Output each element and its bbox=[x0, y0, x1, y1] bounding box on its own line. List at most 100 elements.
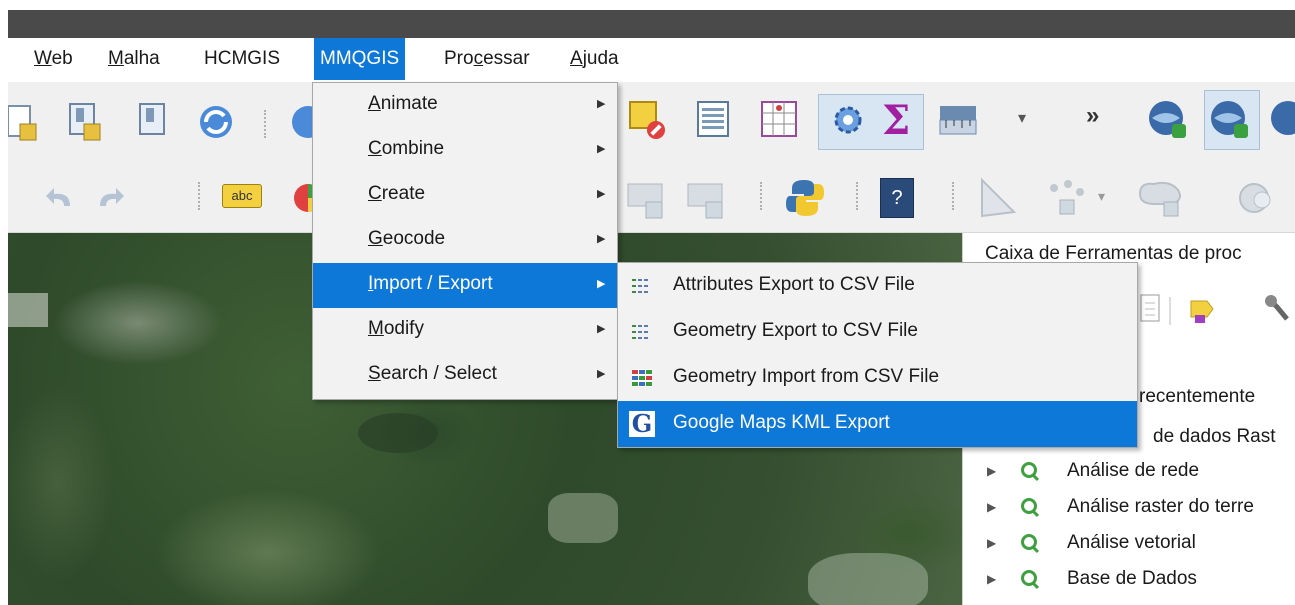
tree-item-terrain-analysis[interactable]: ▶ Análise raster do terre bbox=[963, 490, 1295, 526]
toolbar-separator bbox=[952, 182, 958, 210]
menu-item-label: Combine bbox=[368, 138, 445, 159]
recently-used-partial-label: recentemente bbox=[1139, 386, 1256, 407]
digitize-geometry-icon[interactable] bbox=[978, 176, 1018, 220]
new-layer-point-icon[interactable] bbox=[66, 100, 106, 144]
menu-item-create[interactable]: Create ▶ bbox=[313, 173, 617, 218]
menu-ajuda[interactable]: Ajuda bbox=[564, 38, 625, 80]
add-wfs-layer-icon[interactable] bbox=[1208, 98, 1252, 142]
menu-ajuda-label: Ajuda bbox=[570, 48, 619, 69]
tree-item-network-analysis[interactable]: ▶ Análise de rede bbox=[963, 454, 1295, 490]
measure-icon[interactable] bbox=[938, 102, 982, 138]
toolbar-main: Σ ▾ » bbox=[8, 82, 1295, 164]
menu-processar-label: Processar bbox=[444, 48, 530, 69]
menu-mmqgis[interactable]: MMQGIS bbox=[314, 38, 406, 80]
offset-curve-icon[interactable] bbox=[1234, 178, 1284, 218]
qgis-logo-icon bbox=[1021, 498, 1037, 514]
menu-item-label: Google Maps KML Export bbox=[673, 412, 890, 433]
csv-import-icon bbox=[632, 369, 652, 387]
add-wms-layer-icon[interactable] bbox=[1146, 98, 1190, 142]
menu-item-label: Create bbox=[368, 183, 426, 204]
menu-item-import-export[interactable]: Import / Export ▶ bbox=[313, 263, 617, 308]
mmqgis-dropdown-menu: Animate ▶ Combine ▶ Create ▶ Geocode ▶ I… bbox=[312, 82, 618, 400]
submenu-arrow-icon: ▶ bbox=[597, 143, 606, 155]
submenu-arrow-icon: ▶ bbox=[597, 278, 606, 290]
tree-item-label: Base de Dados bbox=[1067, 568, 1197, 589]
dropdown-arrow-icon[interactable]: ▾ bbox=[1098, 188, 1105, 205]
expand-arrow-icon[interactable]: ▶ bbox=[987, 464, 996, 478]
map-feature-patch bbox=[8, 293, 48, 327]
tree-item-vector-analysis[interactable]: ▶ Análise vetorial bbox=[963, 526, 1295, 562]
deselect-icon[interactable] bbox=[628, 98, 668, 142]
label-rotate-icon[interactable] bbox=[684, 178, 730, 222]
submenu-arrow-icon: ▶ bbox=[597, 368, 606, 380]
new-layer-icon[interactable] bbox=[8, 100, 40, 144]
label-pin-icon[interactable] bbox=[624, 178, 670, 222]
csv-table-icon bbox=[632, 279, 648, 293]
help-button[interactable]: ? bbox=[880, 178, 914, 218]
menu-malha[interactable]: Malha bbox=[102, 38, 166, 80]
qgis-logo-icon bbox=[1021, 534, 1037, 550]
menu-item-label: Import / Export bbox=[368, 273, 493, 294]
menu-item-modify[interactable]: Modify ▶ bbox=[313, 308, 617, 353]
menu-item-geometry-export-csv[interactable]: Geometry Export to CSV File bbox=[618, 309, 1137, 355]
expand-arrow-icon[interactable]: ▶ bbox=[987, 500, 996, 514]
menu-item-label: Animate bbox=[368, 93, 438, 114]
submenu-arrow-icon: ▶ bbox=[597, 188, 606, 200]
attribute-table-icon[interactable] bbox=[696, 100, 732, 140]
menu-item-label: Modify bbox=[368, 318, 424, 339]
dropdown-arrow-icon[interactable]: ▾ bbox=[1018, 108, 1026, 128]
menu-item-attributes-export-csv[interactable]: Attributes Export to CSV File bbox=[618, 263, 1137, 309]
menu-item-google-maps-kml-export[interactable]: G Google Maps KML Export bbox=[618, 401, 1137, 447]
field-calculator-icon[interactable] bbox=[760, 100, 800, 140]
toolbar-overflow-button[interactable]: » bbox=[1086, 102, 1099, 130]
expand-arrow-icon[interactable]: ▶ bbox=[987, 572, 996, 586]
toolbar-separator bbox=[760, 182, 766, 210]
undo-icon[interactable] bbox=[44, 184, 74, 212]
menu-item-combine[interactable]: Combine ▶ bbox=[313, 128, 617, 173]
add-wcs-layer-icon[interactable] bbox=[1266, 98, 1295, 142]
toolbox-results-icon[interactable] bbox=[1189, 295, 1215, 325]
label-tool-button[interactable]: abc bbox=[222, 184, 262, 208]
menu-web[interactable]: Web bbox=[28, 38, 79, 80]
submenu-arrow-icon: ▶ bbox=[597, 233, 606, 245]
toolbar-separator bbox=[856, 182, 862, 210]
menu-hcmgis[interactable]: HCMGIS bbox=[198, 38, 286, 80]
map-feature-patch bbox=[358, 413, 438, 453]
menu-item-animate[interactable]: Animate ▶ bbox=[313, 83, 617, 128]
refresh-icon[interactable] bbox=[196, 102, 236, 142]
qgis-logo-icon bbox=[1021, 570, 1037, 586]
redo-icon[interactable] bbox=[96, 184, 126, 212]
csv-table-icon bbox=[632, 325, 648, 339]
expand-arrow-icon[interactable]: ▶ bbox=[987, 536, 996, 550]
toolbox-document-icon[interactable] bbox=[1139, 293, 1163, 325]
tree-item-database[interactable]: ▶ Base de Dados bbox=[963, 562, 1295, 598]
menu-bar: Web Malha HCMGIS MMQGIS Processar Ajuda bbox=[8, 38, 1295, 82]
window-title-bar bbox=[8, 10, 1295, 38]
menu-processar[interactable]: Processar bbox=[438, 38, 536, 80]
identify-icon[interactable] bbox=[288, 102, 312, 142]
processing-toolbox-icon[interactable] bbox=[828, 100, 868, 140]
menu-item-geometry-import-csv[interactable]: Geometry Import from CSV File bbox=[618, 355, 1137, 401]
panel-toolbar-separator bbox=[1169, 297, 1171, 325]
google-g-icon: G bbox=[629, 411, 655, 437]
toolbar-separator bbox=[264, 110, 270, 138]
menu-hcmgis-label: HCMGIS bbox=[204, 48, 280, 69]
tree-item-label: Análise vetorial bbox=[1067, 532, 1196, 553]
qgis-logo-icon bbox=[1021, 462, 1037, 478]
svg-text:Σ: Σ bbox=[882, 98, 910, 142]
vertex-tool-icon[interactable] bbox=[1046, 178, 1090, 218]
python-console-icon[interactable] bbox=[784, 176, 824, 220]
menu-item-label: Search / Select bbox=[368, 363, 497, 384]
reshape-features-icon[interactable] bbox=[1134, 176, 1190, 220]
toolbox-options-wrench-icon[interactable] bbox=[1263, 293, 1295, 325]
submenu-arrow-icon: ▶ bbox=[597, 98, 606, 110]
menu-malha-label: Malha bbox=[108, 48, 160, 69]
menu-item-geocode[interactable]: Geocode ▶ bbox=[313, 218, 617, 263]
tree-item-label: Análise raster do terre bbox=[1067, 496, 1254, 517]
statistics-sigma-icon[interactable]: Σ bbox=[876, 98, 916, 142]
map-feature-patch bbox=[808, 553, 928, 605]
menu-item-label: Attributes Export to CSV File bbox=[673, 274, 915, 295]
menu-item-search-select[interactable]: Search / Select ▶ bbox=[313, 353, 617, 398]
menu-item-label: Geometry Import from CSV File bbox=[673, 366, 940, 387]
new-layer-line-icon[interactable] bbox=[136, 100, 172, 144]
